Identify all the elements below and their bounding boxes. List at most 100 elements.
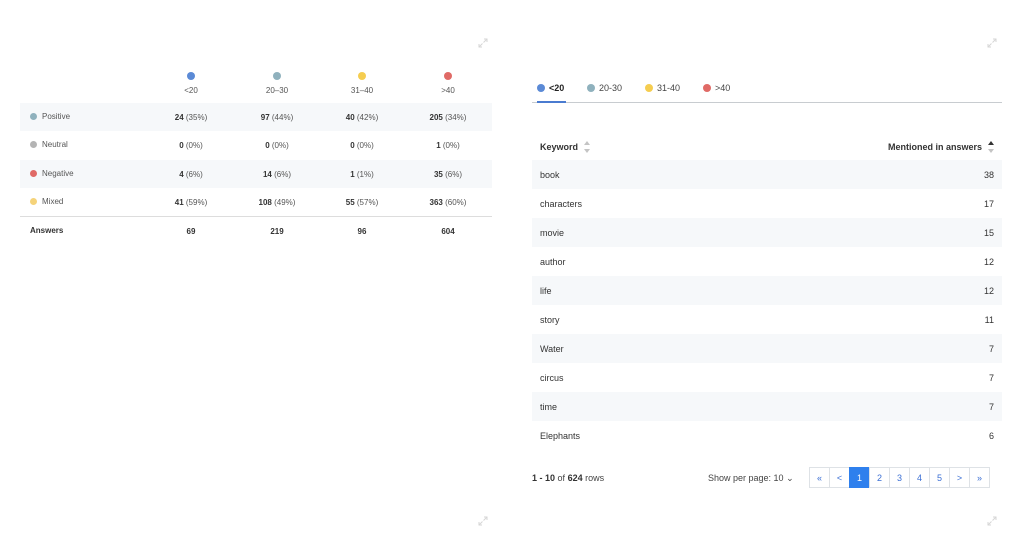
sentiment-cell: 35 (6%): [433, 170, 463, 179]
last-page-button[interactable]: »: [969, 467, 990, 488]
group-label: >40: [441, 86, 455, 95]
tab-label: >40: [715, 83, 731, 93]
table-row: author 12: [532, 247, 1002, 276]
expand-icon[interactable]: [478, 516, 488, 526]
sort-icon[interactable]: [584, 140, 591, 154]
keyword-cell: author: [540, 257, 566, 267]
sentiment-cell: 205 (34%): [429, 113, 467, 122]
keyword-cell: story: [540, 315, 560, 325]
answers-cell: 604: [441, 227, 455, 236]
sentiment-cell: 24 (35%): [174, 113, 208, 122]
answers-cell: 96: [357, 227, 367, 236]
answers-cell: 69: [186, 227, 196, 236]
page-button-4[interactable]: 4: [909, 467, 930, 488]
group-dot: [358, 72, 366, 80]
keyword-cell: characters: [540, 199, 583, 209]
sentiment-label: Mixed: [42, 197, 64, 206]
sort-desc-icon[interactable]: [988, 140, 994, 154]
mentions-header-label: Mentioned in answers: [887, 142, 982, 152]
count-cell: 11: [984, 315, 994, 325]
tab-31-40[interactable]: 31-40: [645, 83, 680, 102]
tab-dot: [645, 84, 653, 92]
group-label: <20: [184, 86, 198, 95]
table-row: life 12: [532, 276, 1002, 305]
tab-label: 20-30: [599, 83, 623, 93]
count-cell: 6: [988, 431, 994, 441]
sentiment-row-neutral: Neutral 0 (0%) 0 (0%) 0 (0%) 1 (0%): [20, 131, 492, 159]
sentiment-cell: 97 (44%): [260, 113, 294, 122]
rows-word: rows: [585, 473, 605, 483]
keyword-table: Keyword Mentioned in answers book 38 char…: [532, 130, 1002, 450]
tab-label: <20: [549, 83, 565, 93]
sentiment-label: Positive: [42, 112, 71, 121]
sentiment-row-positive: Positive 24 (35%) 97 (44%) 40 (42%) 205 …: [20, 103, 492, 131]
count-cell: 38: [983, 170, 994, 180]
page-button-3[interactable]: 3: [889, 467, 910, 488]
keyword-column-header[interactable]: Keyword: [540, 140, 591, 154]
keyword-cell: book: [540, 170, 560, 180]
keyword-cell: circus: [540, 373, 564, 383]
expand-icon[interactable]: [987, 38, 997, 48]
chevron-down-icon: ⌄: [786, 473, 794, 483]
tab-gt40[interactable]: >40: [703, 83, 730, 102]
keyword-cell: life: [540, 286, 552, 296]
table-row: movie 15: [532, 218, 1002, 247]
page-button-5[interactable]: 5: [929, 467, 950, 488]
tab-dot: [537, 84, 545, 92]
count-cell: 17: [983, 199, 994, 209]
sentiment-cell: 4 (6%): [179, 170, 203, 179]
sentiment-cell: 1 (1%): [350, 170, 374, 179]
sentiment-cell: 41 (59%): [174, 198, 208, 207]
keyword-cell: Elephants: [540, 431, 581, 441]
sentiment-cell: 14 (6%): [262, 170, 292, 179]
tab-label: 31-40: [657, 83, 681, 93]
expand-icon[interactable]: [478, 38, 488, 48]
sentiment-row-mixed: Mixed 41 (59%) 108 (49%) 55 (57%) 363 (6…: [20, 188, 492, 216]
row-count-summary: 1 - 10 of 624 rows: [532, 473, 604, 483]
count-cell: 7: [988, 344, 994, 354]
sentiment-cell: 0 (0%): [265, 141, 289, 150]
count-cell: 12: [983, 286, 994, 296]
row-total: 624: [567, 473, 583, 483]
keyword-cell: movie: [540, 228, 565, 238]
keyword-cell: time: [540, 402, 558, 412]
sentiment-label: Neutral: [42, 140, 68, 149]
keyword-cell: Water: [540, 344, 564, 354]
tab-dot: [703, 84, 711, 92]
next-page-button[interactable]: >: [949, 467, 970, 488]
sentiment-cell: 108 (49%): [258, 198, 296, 207]
tab-20-30[interactable]: 20-30: [587, 83, 622, 102]
positive-dot: [30, 113, 37, 120]
group-dot: [187, 72, 195, 80]
count-cell: 12: [983, 257, 994, 267]
per-page-label: Show per page: 10: [708, 473, 784, 483]
first-page-button[interactable]: «: [809, 467, 830, 488]
sentiment-cell: 0 (0%): [350, 141, 374, 150]
count-cell: 7: [988, 402, 994, 412]
count-cell: 7: [988, 373, 994, 383]
table-row: time 7: [532, 392, 1002, 421]
sentiment-table: <20 20–30 31–40 >40 Positive 24 (35%) 97…: [20, 60, 492, 250]
page-button-2[interactable]: 2: [869, 467, 890, 488]
group-dot: [273, 72, 281, 80]
answers-cell: 219: [270, 227, 284, 236]
pagination: « < 1 2 3 4 5 > »: [809, 467, 990, 488]
answers-label: Answers: [30, 226, 64, 235]
answers-row: Answers 69 219 96 604: [20, 216, 492, 245]
sentiment-row-negative: Negative 4 (6%) 14 (6%) 1 (1%) 35 (6%): [20, 160, 492, 188]
table-row: Elephants 6: [532, 421, 1002, 450]
table-row: circus 7: [532, 363, 1002, 392]
mentions-column-header[interactable]: Mentioned in answers: [888, 140, 994, 154]
sentiment-cell: 40 (42%): [345, 113, 379, 122]
negative-dot: [30, 170, 37, 177]
expand-icon[interactable]: [987, 516, 997, 526]
per-page-select[interactable]: Show per page: 10 ⌄: [708, 473, 794, 484]
tab-lt20[interactable]: <20: [537, 83, 567, 103]
table-row: Water 7: [532, 334, 1002, 363]
group-dot: [444, 72, 452, 80]
prev-page-button[interactable]: <: [829, 467, 850, 488]
table-row: story 11: [532, 305, 1002, 334]
page-button-1[interactable]: 1: [849, 467, 870, 488]
group-label: 31–40: [350, 86, 374, 95]
table-row: book 38: [532, 160, 1002, 189]
